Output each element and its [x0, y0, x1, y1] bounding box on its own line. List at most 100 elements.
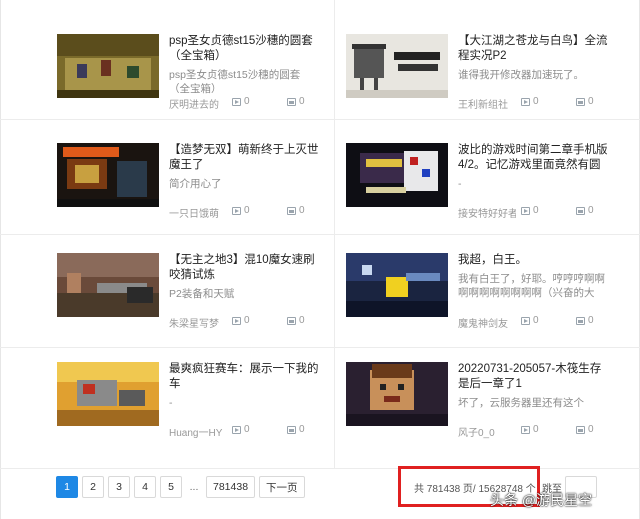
pagination: 1 2 3 4 5 ... 781438 下一页	[56, 476, 305, 498]
video-thumbnail[interactable]	[346, 253, 448, 317]
like-icon	[576, 206, 585, 215]
video-thumbnail[interactable]	[57, 253, 159, 317]
like-icon	[576, 425, 585, 434]
video-card[interactable]: 【大江湖之苍龙与白鸟】全流程实况P2 谁得我开修改器加速玩了。 王利新组社 0 …	[346, 34, 636, 134]
video-card[interactable]: 我超，白王。 我有白王了，好耶。哼哼哼啊啊啊啊啊啊啊啊啊啊（兴奋的大叫） 魔鬼神…	[346, 253, 636, 353]
video-meta: 厌明进去的 0 0	[169, 96, 339, 111]
like-count-value: 0	[588, 205, 594, 216]
video-author[interactable]: 魔鬼神剑友	[458, 315, 516, 330]
view-count: 0	[232, 315, 250, 326]
video-author[interactable]: 厌明进去的	[169, 96, 227, 111]
watermark: 头条 @游民星空	[490, 492, 593, 508]
page-button-4[interactable]: 4	[134, 476, 156, 498]
thumbnail-image	[346, 143, 448, 207]
view-count: 0	[521, 205, 539, 216]
video-title[interactable]: 【无主之地3】混10魔女速刷咬猜试炼	[169, 253, 319, 283]
video-card[interactable]: 【造梦无双】萌新终于上灭世魔王了 简介用心了 一只日饿萌 0 0	[57, 143, 327, 243]
video-meta: 接安特好好者 0 0	[458, 205, 628, 220]
video-title[interactable]: 20220731-205057-木筏生存是后一章了1	[458, 362, 608, 392]
video-author[interactable]: 朱梁星写梦	[169, 315, 227, 330]
like-count: 0	[287, 424, 305, 435]
play-icon	[521, 97, 530, 106]
video-card[interactable]: psp圣女贞德st15沙穗的圆套（全宝箱） psp圣女贞德st15沙穗的圆套（全…	[57, 34, 327, 134]
video-card[interactable]: 波比的游戏时间第二章手机版4/2。记忆游戏里面竟然有圆圈圈？ - 接安特好好者 …	[346, 143, 636, 243]
thumbnail-image	[346, 34, 448, 98]
video-description: P2装备和天赋	[169, 288, 235, 300]
like-count-value: 0	[588, 96, 594, 107]
video-title[interactable]: 【造梦无双】萌新终于上灭世魔王了	[169, 143, 319, 173]
video-card[interactable]: 20220731-205057-木筏生存是后一章了1 坏了，云服务器里还有这个 …	[346, 362, 636, 462]
video-title[interactable]: psp圣女贞德st15沙穗的圆套（全宝箱）	[169, 34, 319, 64]
row-divider	[0, 468, 640, 469]
video-card[interactable]: 【无主之地3】混10魔女速刷咬猜试炼 P2装备和天赋 朱梁星写梦 0 0	[57, 253, 327, 353]
page-button-2[interactable]: 2	[82, 476, 104, 498]
like-count: 0	[576, 315, 594, 326]
video-description: -	[458, 178, 462, 190]
video-author[interactable]: 王利新组社	[458, 96, 516, 111]
video-author[interactable]: 风子0_0	[458, 424, 516, 439]
view-count: 0	[521, 424, 539, 435]
play-icon	[521, 206, 530, 215]
video-thumbnail[interactable]	[57, 34, 159, 98]
video-title[interactable]: 波比的游戏时间第二章手机版4/2。记忆游戏里面竟然有圆圈圈？	[458, 143, 608, 173]
video-author[interactable]: 一只日饿萌	[169, 205, 227, 220]
like-icon	[287, 425, 296, 434]
video-title[interactable]: 【大江湖之苍龙与白鸟】全流程实况P2	[458, 34, 608, 64]
like-count: 0	[576, 205, 594, 216]
view-count: 0	[232, 205, 250, 216]
view-count-value: 0	[244, 315, 250, 326]
video-description: 坏了，云服务器里还有这个	[458, 397, 584, 409]
page-button-5[interactable]: 5	[160, 476, 182, 498]
video-title[interactable]: 最爽疯狂赛车：展示一下我的车	[169, 362, 319, 392]
video-description: psp圣女贞德st15沙穗的圆套（全宝箱）	[169, 69, 301, 95]
like-count: 0	[287, 315, 305, 326]
video-thumbnail[interactable]	[346, 143, 448, 207]
like-icon	[287, 97, 296, 106]
video-thumbnail[interactable]	[346, 34, 448, 98]
video-meta: 朱梁星写梦 0 0	[169, 315, 339, 330]
video-thumbnail[interactable]	[57, 362, 159, 426]
thumbnail-image	[57, 362, 159, 426]
play-icon	[232, 425, 241, 434]
play-icon	[232, 206, 241, 215]
video-meta: 风子0_0 0 0	[458, 424, 628, 439]
video-thumbnail[interactable]	[346, 362, 448, 426]
page-ellipsis: ...	[186, 476, 202, 498]
video-meta: Huang一HY 0 0	[169, 424, 339, 439]
like-count: 0	[576, 424, 594, 435]
view-count: 0	[232, 424, 250, 435]
video-meta: 一只日饿萌 0 0	[169, 205, 339, 220]
next-page-button[interactable]: 下一页	[259, 476, 305, 498]
view-count-value: 0	[533, 315, 539, 326]
page-button-3[interactable]: 3	[108, 476, 130, 498]
play-icon	[232, 316, 241, 325]
like-count: 0	[576, 96, 594, 107]
view-count-value: 0	[244, 424, 250, 435]
view-count-value: 0	[533, 205, 539, 216]
like-count-value: 0	[588, 424, 594, 435]
video-description: 谁得我开修改器加速玩了。	[458, 69, 584, 81]
last-page-button[interactable]: 781438	[206, 476, 256, 498]
view-count-value: 0	[533, 96, 539, 107]
play-icon	[521, 316, 530, 325]
thumbnail-image	[57, 34, 159, 98]
like-count-value: 0	[299, 315, 305, 326]
thumbnail-image	[57, 143, 159, 207]
page-button-1[interactable]: 1	[56, 476, 78, 498]
like-icon	[287, 316, 296, 325]
view-count-value: 0	[244, 96, 250, 107]
video-description: -	[169, 397, 173, 409]
video-thumbnail[interactable]	[57, 143, 159, 207]
video-meta: 王利新组社 0 0	[458, 96, 628, 111]
like-icon	[576, 316, 585, 325]
video-author[interactable]: 接安特好好者	[458, 205, 516, 220]
video-title[interactable]: 我超，白王。	[458, 253, 608, 268]
like-count-value: 0	[299, 205, 305, 216]
like-count-value: 0	[299, 424, 305, 435]
play-icon	[232, 97, 241, 106]
video-card[interactable]: 最爽疯狂赛车：展示一下我的车 - Huang一HY 0 0	[57, 362, 327, 462]
video-author[interactable]: Huang一HY	[169, 424, 227, 439]
thumbnail-image	[57, 253, 159, 317]
video-meta: 魔鬼神剑友 0 0	[458, 315, 628, 330]
play-icon	[521, 425, 530, 434]
